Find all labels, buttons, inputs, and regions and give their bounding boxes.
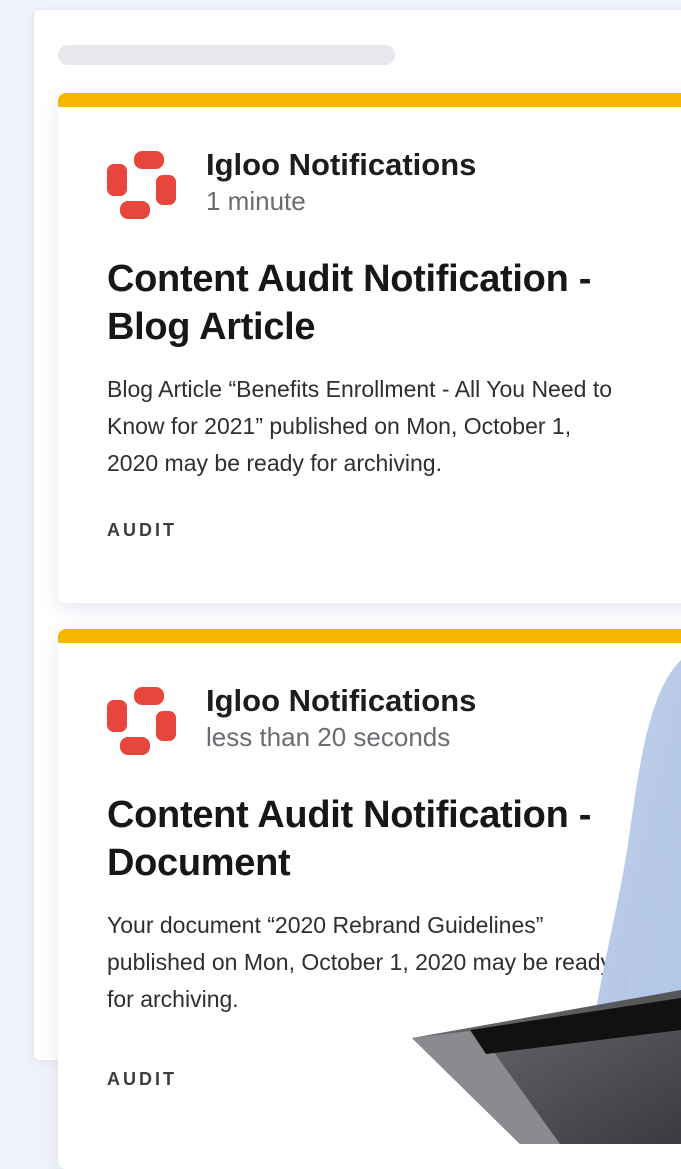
notification-card[interactable]: Igloo Notifications less than 20 seconds… <box>58 629 681 1169</box>
card-accent-bar <box>58 629 681 643</box>
card-header: Igloo Notifications 1 minute <box>107 147 476 221</box>
notification-title[interactable]: Content Audit Notification - Document <box>107 791 667 887</box>
notification-body: Blog Article “Benefits Enrollment - All … <box>107 376 613 476</box>
sender-name: Igloo Notifications <box>206 147 477 182</box>
card-accent-bar <box>58 93 681 107</box>
notification-time: less than 20 seconds <box>206 722 451 752</box>
notification-time: 1 minute <box>206 186 306 216</box>
igloo-logo-icon <box>107 151 177 221</box>
notification-body: Your document “2020 Rebrand Guidelines” … <box>107 912 613 1012</box>
notification-title[interactable]: Content Audit Notification - Blog Articl… <box>107 255 667 351</box>
notification-tag: AUDIT <box>107 1069 177 1089</box>
loading-placeholder-bar <box>58 45 395 65</box>
igloo-logo-icon <box>107 687 177 757</box>
sender-block: Igloo Notifications 1 minute <box>206 145 476 217</box>
notification-card[interactable]: Igloo Notifications 1 minute Content Aud… <box>58 93 681 603</box>
card-header: Igloo Notifications less than 20 seconds <box>107 683 476 757</box>
notification-tag: AUDIT <box>107 520 177 540</box>
sender-block: Igloo Notifications less than 20 seconds <box>206 681 476 753</box>
sender-name: Igloo Notifications <box>206 683 477 718</box>
